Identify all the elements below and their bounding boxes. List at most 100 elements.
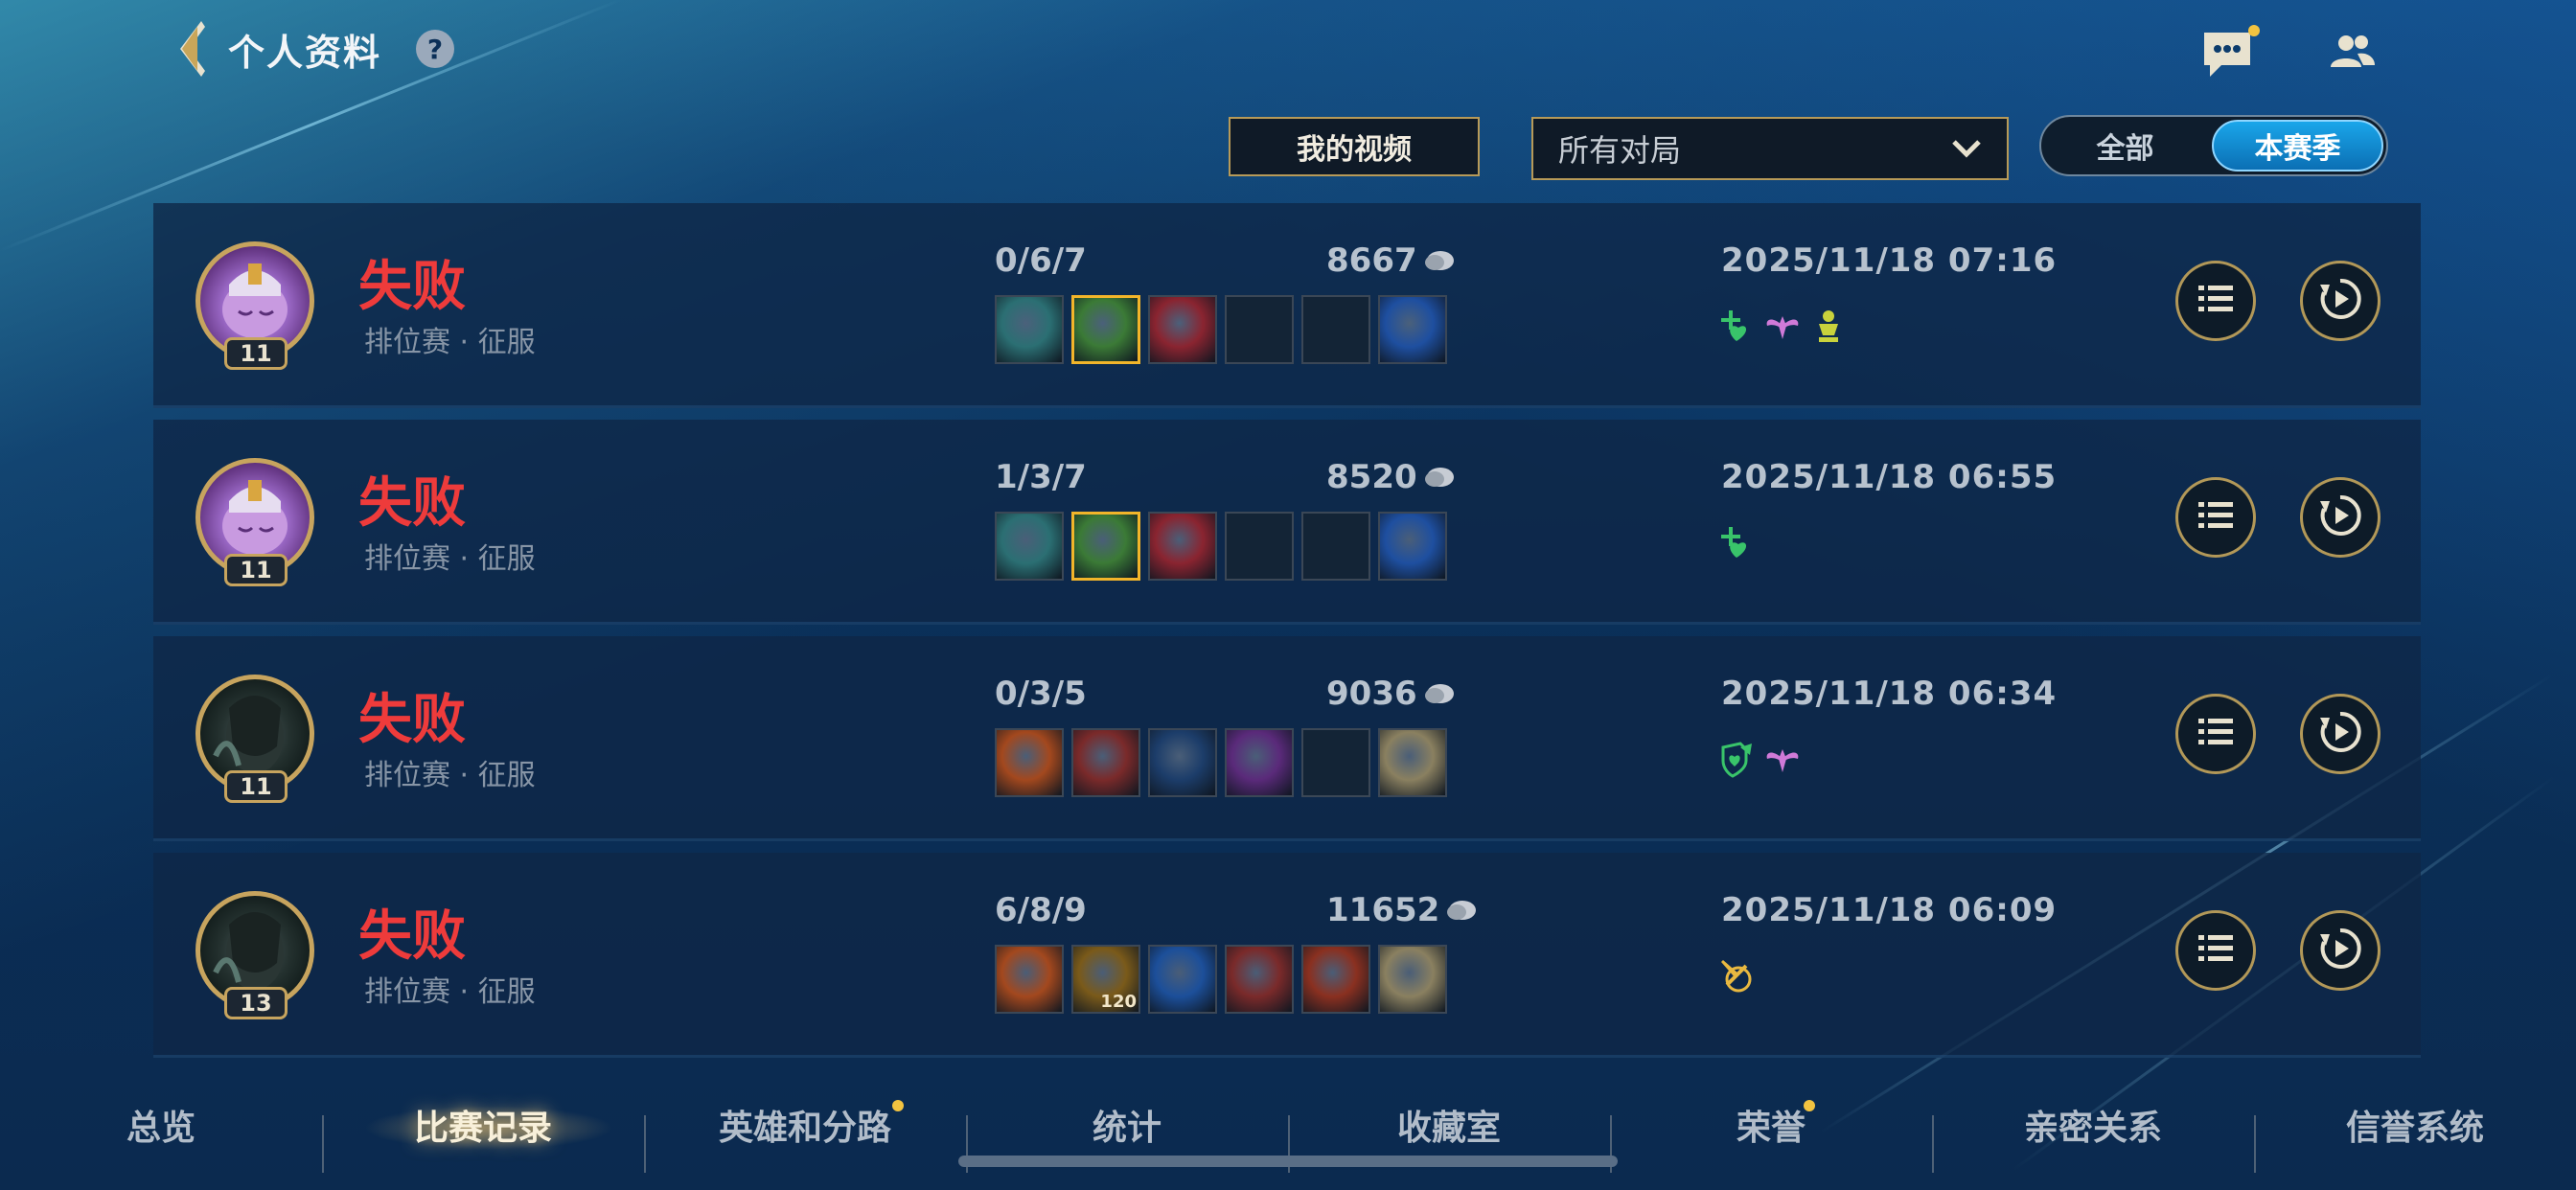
nav-tab-6[interactable]: 亲密关系 xyxy=(1940,1100,2246,1150)
friends-icon[interactable] xyxy=(2329,33,2377,71)
page-title: 个人资料 xyxy=(228,31,382,74)
match-row[interactable]: 11 失败 排位赛 · 征服 0/3/5 9036 2025/11/18 06:… xyxy=(153,636,2421,841)
honor-list xyxy=(1717,740,1802,778)
item-build xyxy=(995,728,1447,797)
wings-honor-icon xyxy=(1763,307,1802,345)
empty-slot xyxy=(1301,728,1370,797)
list-icon xyxy=(2195,494,2237,540)
match-mode: 排位赛 · 征服 xyxy=(364,326,536,359)
toggle-all[interactable]: 全部 xyxy=(2041,117,2209,174)
match-details-button[interactable] xyxy=(2175,694,2256,774)
nav-tab-1[interactable]: 比赛记录 xyxy=(330,1100,636,1150)
gold-stat: 11652 xyxy=(1326,891,1478,929)
bronze-gauntlet-item[interactable] xyxy=(995,945,1064,1014)
honor-list xyxy=(1717,307,1848,345)
replay-button[interactable] xyxy=(2300,910,2380,991)
match-result: 失败 xyxy=(358,256,466,318)
replay-icon xyxy=(2316,492,2364,543)
gold-stat: 8667 xyxy=(1326,241,1456,280)
gold-coin-icon xyxy=(1447,901,1477,920)
nav-separator xyxy=(322,1115,324,1173)
gold-coin-icon xyxy=(1424,684,1454,703)
item-build xyxy=(995,295,1447,364)
teal-blade-item[interactable] xyxy=(995,512,1064,581)
help-icon[interactable]: ? xyxy=(416,30,455,68)
match-datetime: 2025/11/18 06:55 xyxy=(1721,458,2058,496)
nav-separator xyxy=(644,1115,646,1173)
blue-crystal-item[interactable] xyxy=(1148,945,1217,1014)
empty-slot xyxy=(1301,512,1370,581)
champion-level-badge: 11 xyxy=(224,554,288,586)
nav-tab-3[interactable]: 统计 xyxy=(974,1100,1280,1150)
match-row[interactable]: 11 失败 排位赛 · 征服 0/6/7 8667 2025/11/18 07:… xyxy=(153,203,2421,408)
gold-stat: 9036 xyxy=(1326,675,1456,713)
bronze-gauntlet-item[interactable] xyxy=(995,728,1064,797)
nav-notification-dot xyxy=(892,1100,904,1111)
silver-armor-trinket[interactable] xyxy=(1378,728,1447,797)
empty-slot xyxy=(1301,295,1370,364)
match-details-button[interactable] xyxy=(2175,477,2256,558)
item-build xyxy=(995,512,1447,581)
purple-tome-item[interactable] xyxy=(1225,728,1294,797)
match-datetime: 2025/11/18 06:34 xyxy=(1721,675,2058,713)
kda-stat: 0/6/7 xyxy=(995,241,1087,280)
match-details-button[interactable] xyxy=(2175,261,2256,341)
match-details-button[interactable] xyxy=(2175,910,2256,991)
trophy-honor-icon xyxy=(1809,307,1848,345)
gold-orb-item[interactable]: 120 xyxy=(1071,945,1140,1014)
header-bar: 个人资料 ? xyxy=(172,21,455,77)
nav-tab-7[interactable]: 信誉系统 xyxy=(2262,1100,2568,1150)
match-row[interactable]: 11 失败 排位赛 · 征服 1/3/7 8520 2025/11/18 06:… xyxy=(153,420,2421,625)
red-armor-item[interactable] xyxy=(1225,945,1294,1014)
match-row[interactable]: 13 失败 排位赛 · 征服 6/8/9 11652 120 2025/11/1… xyxy=(153,853,2421,1058)
green-mask-item[interactable] xyxy=(1071,512,1140,581)
gold-coin-icon xyxy=(1424,468,1454,487)
teal-blade-item[interactable] xyxy=(995,295,1064,364)
green-mask-item[interactable] xyxy=(1071,295,1140,364)
nav-tab-2[interactable]: 英雄和分路 xyxy=(652,1100,958,1150)
red-claw-item[interactable] xyxy=(1148,295,1217,364)
replay-icon xyxy=(2316,925,2364,976)
nav-notification-dot xyxy=(1804,1100,1815,1111)
nav-separator xyxy=(1932,1115,1934,1173)
match-type-dropdown[interactable]: 所有对局 xyxy=(1531,117,2009,180)
champion-level-badge: 11 xyxy=(224,337,288,370)
list-icon xyxy=(2195,278,2237,324)
my-video-button[interactable]: 我的视频 xyxy=(1229,117,1480,176)
heal-honor-icon xyxy=(1717,307,1756,345)
match-result: 失败 xyxy=(358,472,466,535)
home-indicator xyxy=(958,1156,1618,1167)
gold-boots-item[interactable] xyxy=(1148,728,1217,797)
gold-value: 11652 xyxy=(1326,891,1440,929)
back-arrow-icon[interactable] xyxy=(172,21,211,77)
kda-stat: 6/8/9 xyxy=(995,891,1087,929)
nav-tab-5[interactable]: 荣誉 xyxy=(1618,1100,1924,1150)
replay-button[interactable] xyxy=(2300,477,2380,558)
match-result: 失败 xyxy=(358,689,466,751)
notification-dot xyxy=(2248,25,2260,36)
red-claw-item[interactable] xyxy=(1148,512,1217,581)
replay-button[interactable] xyxy=(2300,694,2380,774)
nav-tab-0[interactable]: 总览 xyxy=(8,1100,314,1150)
list-icon xyxy=(2195,927,2237,973)
kda-stat: 0/3/5 xyxy=(995,675,1087,713)
kda-stat: 1/3/7 xyxy=(995,458,1087,496)
golden-lantern-trinket[interactable] xyxy=(1378,512,1447,581)
match-mode: 排位赛 · 征服 xyxy=(364,975,536,1009)
silver-armor-trinket[interactable] xyxy=(1378,945,1447,1014)
match-type-value: 所有对局 xyxy=(1558,132,1682,169)
chat-icon[interactable] xyxy=(2200,29,2254,79)
gold-coin-icon xyxy=(1424,251,1454,270)
season-toggle: 全部 本赛季 xyxy=(2039,115,2388,176)
replay-icon xyxy=(2316,275,2364,327)
red-armor-item[interactable] xyxy=(1071,728,1140,797)
toggle-current-season[interactable]: 本赛季 xyxy=(2212,120,2383,172)
golden-lantern-trinket[interactable] xyxy=(1378,295,1447,364)
shield-honor-icon xyxy=(1717,740,1756,778)
gold-value: 8520 xyxy=(1326,458,1417,496)
replay-button[interactable] xyxy=(2300,261,2380,341)
item-stack-count: 120 xyxy=(1100,992,1137,1012)
gold-value: 9036 xyxy=(1326,675,1417,713)
nav-tab-4[interactable]: 收藏室 xyxy=(1296,1100,1602,1150)
red-book-item[interactable] xyxy=(1301,945,1370,1014)
